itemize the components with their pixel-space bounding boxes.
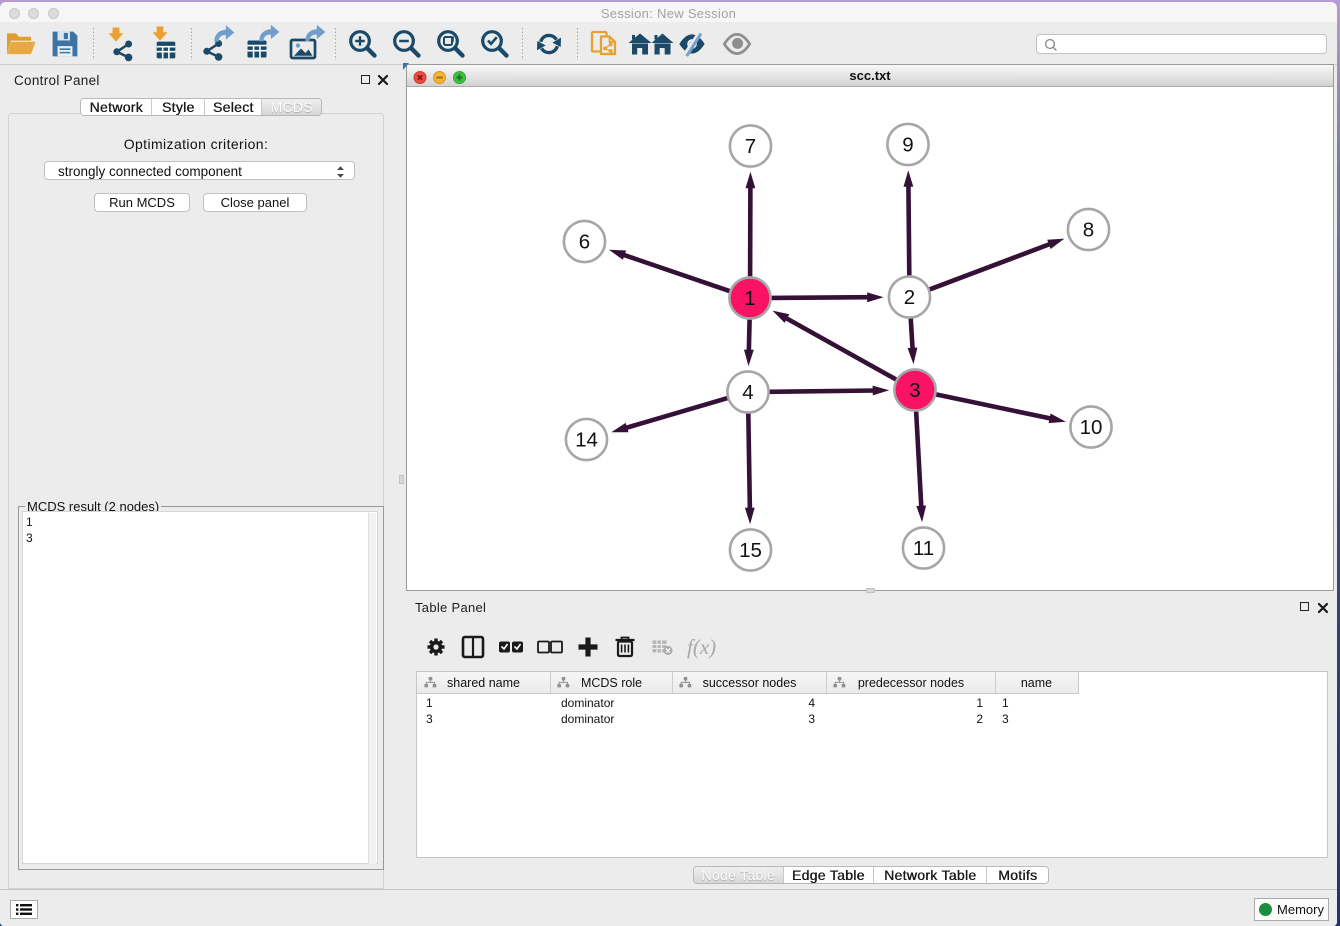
svg-text:2: 2 <box>904 286 915 309</box>
svg-text:1: 1 <box>744 287 755 310</box>
svg-text:8: 8 <box>1083 219 1094 242</box>
svg-text:3: 3 <box>909 379 920 402</box>
svg-text:10: 10 <box>1080 416 1103 439</box>
svg-text:11: 11 <box>913 537 934 560</box>
svg-text:9: 9 <box>902 134 913 157</box>
svg-text:15: 15 <box>739 539 762 562</box>
svg-text:4: 4 <box>742 381 753 404</box>
svg-text:f(x): f(x) <box>687 635 716 659</box>
svg-text:6: 6 <box>579 231 590 254</box>
svg-text:14: 14 <box>575 429 598 452</box>
svg-text:7: 7 <box>745 135 756 158</box>
